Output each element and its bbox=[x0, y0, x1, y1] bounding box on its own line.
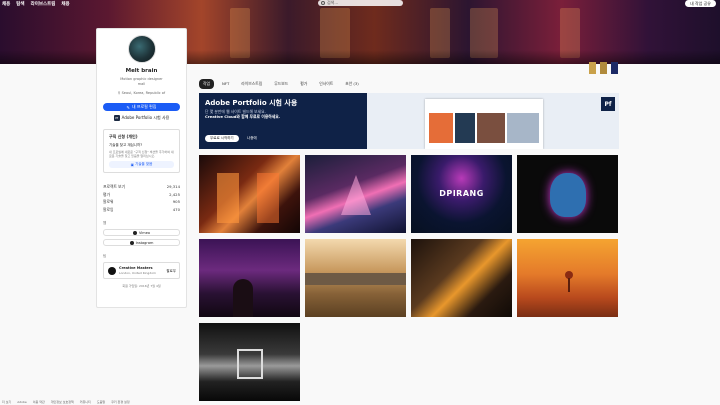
tab-appreciations[interactable]: 평가 bbox=[296, 79, 311, 89]
project-tile-girl-purple[interactable] bbox=[199, 239, 300, 317]
profile-tabs: 작업 NFT 라이브스트림 무드보드 평가 인사이트 초안 (3) bbox=[199, 79, 363, 89]
promo-title: Adobe Portfolio 시험 사용 bbox=[205, 99, 298, 107]
web-section-label: 웹 bbox=[103, 221, 107, 225]
promo-subtitle-bold: Creative Cloud와 함께 무료로 이용하세요. bbox=[205, 114, 281, 119]
project-tile-mono-corridor[interactable] bbox=[199, 323, 300, 401]
pencil-icon: ✎ bbox=[126, 104, 130, 110]
tab-work[interactable]: 작업 bbox=[199, 79, 214, 89]
nav-link-jobs[interactable]: 채용 bbox=[2, 1, 10, 7]
instagram-icon bbox=[129, 240, 134, 245]
award-badge-1[interactable] bbox=[589, 62, 596, 74]
dpirang-logo-text: DPIRANG bbox=[439, 189, 484, 198]
footer: 더 보기 Adobe 이용 약관 개인정보 보호정책 커뮤니티 도움말 쿠키 환… bbox=[0, 399, 720, 405]
stat-value: 29,314 bbox=[166, 184, 180, 189]
hire-title: 구직 신청 (개인) bbox=[109, 134, 138, 139]
footer-link[interactable]: Adobe bbox=[17, 400, 27, 404]
search-bar[interactable]: 검색... bbox=[318, 0, 403, 6]
project-tile-neon-creature[interactable] bbox=[517, 155, 618, 233]
hire-section: 구직 신청 (개인) 기술을 찾고 계십니까? 내 프로필에 새로운 "구직 신… bbox=[103, 129, 180, 173]
nav-link-hire[interactable]: 채용 bbox=[61, 1, 69, 7]
tab-livestream[interactable]: 라이브스트림 bbox=[237, 79, 266, 89]
project-tile-orange-desert[interactable] bbox=[517, 239, 618, 317]
footer-link[interactable]: 이용 약관 bbox=[33, 400, 45, 404]
instagram-label: Instagram bbox=[135, 240, 154, 245]
member-since: 회원 가입일: 2016년 7월 4일 bbox=[122, 284, 161, 288]
tab-insights[interactable]: 인사이트 bbox=[315, 79, 337, 89]
promo-start-button[interactable]: 무료로 시작하기 bbox=[205, 135, 239, 142]
vimeo-icon bbox=[133, 230, 137, 235]
portfolio-label: Adobe Portfolio 시험 사용 bbox=[121, 115, 170, 120]
stat-value: 470 bbox=[172, 206, 180, 212]
portfolio-logo-icon: Pf bbox=[601, 97, 615, 111]
project-tile-dark-landscape[interactable] bbox=[411, 239, 512, 317]
nav-link-explore[interactable]: 탐색 bbox=[16, 1, 24, 7]
profile-role: Motion graphic designer mall bbox=[103, 77, 180, 87]
adobe-portfolio-button[interactable]: Pf Adobe Portfolio 시험 사용 bbox=[103, 115, 180, 121]
hire-description: 내 프로필에 새로운 "구직 신청" 섹션을 추가하여 새로운 기술을 찾고 있… bbox=[109, 150, 174, 158]
top-navigation: 채용 탐색 라이브스트림 채용 검색... 내 작업 공유 bbox=[0, 0, 720, 7]
profile-name: Melt brain bbox=[125, 68, 158, 74]
search-placeholder: 검색... bbox=[327, 0, 339, 5]
portfolio-icon: Pf bbox=[113, 115, 120, 121]
location-pin-icon: ⚲ bbox=[117, 91, 121, 95]
project-tile-dpirang[interactable]: DPIRANG bbox=[411, 155, 512, 233]
team-name: Creative Masters bbox=[119, 266, 153, 270]
find-skills-button[interactable]: ▣ 기술을 찾음 bbox=[109, 161, 174, 168]
avatar[interactable] bbox=[127, 35, 156, 63]
project-tile-city-skyline[interactable] bbox=[305, 239, 406, 317]
footer-link[interactable]: 쿠키 환경 설정 bbox=[111, 400, 129, 404]
stat-row: 프로젝트 보기 29,314 bbox=[103, 183, 180, 191]
tab-moodboard[interactable]: 무드보드 bbox=[270, 79, 292, 89]
tab-nft[interactable]: NFT bbox=[218, 79, 233, 89]
search-icon bbox=[321, 1, 325, 5]
profile-location: ⚲ Seoul, Korea, Republic of bbox=[103, 91, 180, 95]
stat-value: 2,425 bbox=[169, 191, 180, 197]
stat-value: 905 bbox=[172, 199, 180, 204]
stat-label: 팔로워 bbox=[103, 199, 114, 204]
footer-link[interactable]: 도움말 bbox=[97, 400, 105, 404]
hire-subtitle: 기술을 찾고 계십니까? bbox=[109, 143, 143, 147]
find-skills-label: 기술을 찾음 bbox=[135, 162, 153, 166]
stat-row: 평가 2,425 bbox=[103, 191, 180, 199]
team-card[interactable]: Creative Masters London, United Kingdom … bbox=[103, 262, 180, 279]
project-tile-neon-alley[interactable] bbox=[305, 155, 406, 233]
tab-drafts[interactable]: 초안 (3) bbox=[341, 79, 363, 89]
award-badge-3[interactable] bbox=[611, 62, 618, 74]
profile-card: Melt brain Motion graphic designer mall … bbox=[96, 28, 187, 308]
footer-link[interactable]: 커뮤니티 bbox=[80, 400, 91, 404]
stats-list: 프로젝트 보기 29,314 평가 2,425 팔로워 905 팔로잉 470 bbox=[103, 183, 180, 213]
stat-label: 평가 bbox=[103, 191, 110, 197]
edit-profile-button[interactable]: ✎ 내 프로필 편집 bbox=[103, 103, 180, 111]
stat-label: 팔로잉 bbox=[103, 206, 114, 212]
promo-later-button[interactable]: 나중에 bbox=[247, 135, 257, 142]
stat-label: 프로젝트 보기 bbox=[103, 184, 126, 189]
share-work-button[interactable]: 내 작업 공유 bbox=[685, 0, 716, 7]
footer-link[interactable]: 개인정보 보호정책 bbox=[51, 400, 74, 404]
promo-preview bbox=[367, 93, 619, 149]
stat-row[interactable]: 팔로워 905 bbox=[103, 198, 180, 206]
nav-link-livestream[interactable]: 라이브스트림 bbox=[31, 1, 56, 7]
project-tile-red-door[interactable] bbox=[199, 155, 300, 233]
stat-row[interactable]: 팔로잉 470 bbox=[103, 206, 180, 214]
award-badge-2[interactable] bbox=[600, 62, 607, 74]
instagram-link[interactable]: Instagram bbox=[103, 239, 180, 246]
footer-link[interactable]: 더 보기 bbox=[2, 400, 11, 404]
adobe-portfolio-promo: Adobe Portfolio 시험 사용 단 몇 분만에 웹 사이트 빌드해 … bbox=[199, 93, 619, 149]
team-location: London, United Kingdom bbox=[119, 271, 156, 275]
vimeo-label: Vimeo bbox=[139, 230, 150, 235]
team-follow-button[interactable]: 팔로우 bbox=[166, 269, 176, 274]
team-section-label: 팀 bbox=[103, 254, 107, 258]
portfolio-mockup bbox=[425, 99, 543, 149]
vimeo-link[interactable]: Vimeo bbox=[103, 229, 180, 236]
team-avatar bbox=[108, 266, 116, 275]
profile-role-line2: mall bbox=[137, 82, 146, 86]
location-text: Seoul, Korea, Republic of bbox=[121, 91, 166, 95]
edit-profile-label: 내 프로필 편집 bbox=[131, 104, 157, 109]
